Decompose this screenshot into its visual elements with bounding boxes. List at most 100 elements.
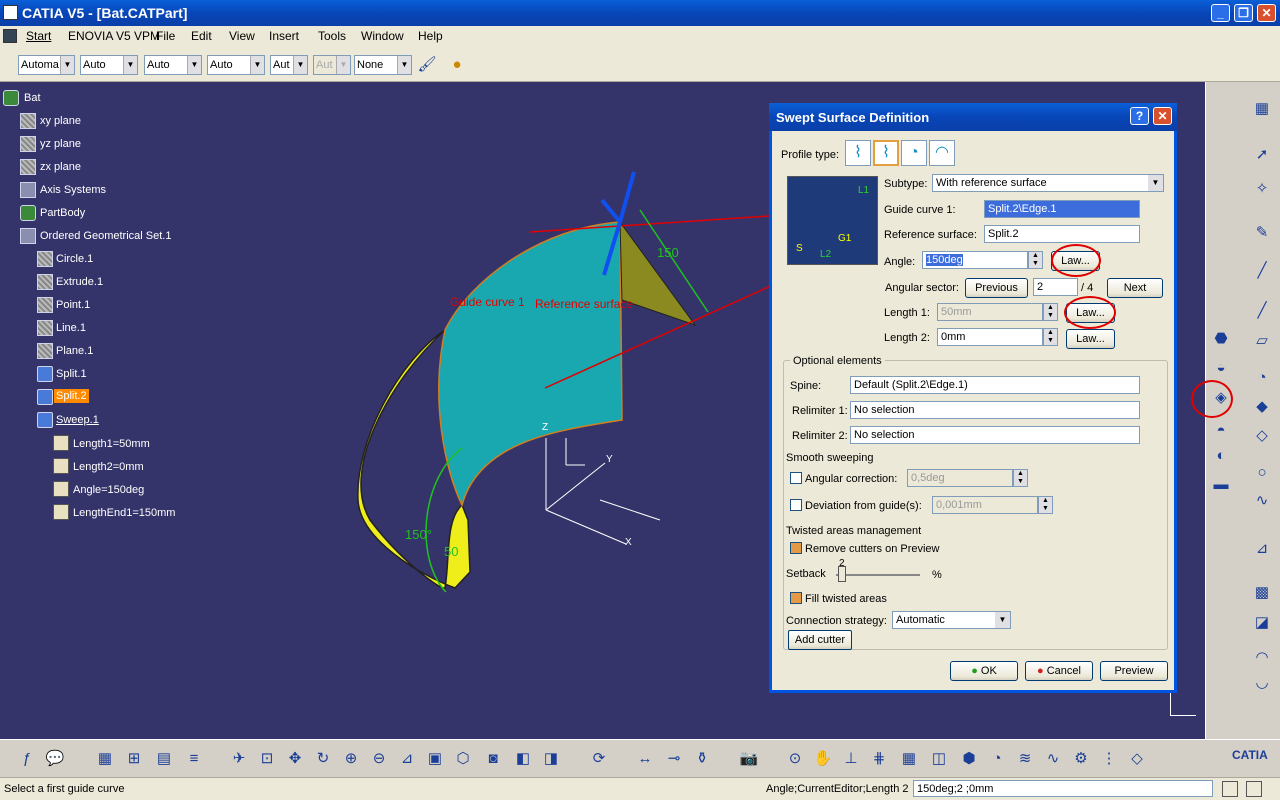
- add-cutter-button[interactable]: Add cutter: [788, 630, 852, 650]
- measure-inertia-icon[interactable]: ⚱: [691, 748, 713, 770]
- swap-visible-icon[interactable]: ◨: [540, 748, 562, 770]
- compass-icon[interactable]: [1170, 690, 1196, 716]
- next-button[interactable]: Next: [1107, 278, 1163, 298]
- tree-item-yz-plane[interactable]: yz plane: [40, 138, 81, 150]
- menu-help[interactable]: Help: [418, 29, 443, 43]
- subtype-select[interactable]: With reference surface ▼: [932, 174, 1164, 192]
- fill-icon[interactable]: ◓: [1210, 420, 1232, 442]
- preview-button[interactable]: Preview: [1100, 661, 1168, 681]
- apply-dressup-icon[interactable]: ⋮: [1098, 748, 1120, 770]
- spline-icon[interactable]: ∿: [1251, 490, 1273, 512]
- pan-icon[interactable]: ✥: [284, 748, 306, 770]
- menu-window[interactable]: Window: [361, 29, 404, 43]
- split-icon[interactable]: [37, 389, 53, 405]
- update-icon[interactable]: ⟳: [588, 748, 610, 770]
- painter-icon[interactable]: 🖌: [416, 54, 438, 76]
- normal-view-icon[interactable]: ⊿: [396, 748, 418, 770]
- setback-slider-track[interactable]: [836, 574, 920, 576]
- analysis-icon[interactable]: ◔: [986, 748, 1008, 770]
- plane-icon[interactable]: [20, 113, 36, 129]
- 3d-constraint-icon[interactable]: ⬢: [958, 748, 980, 770]
- power-input-field[interactable]: 150deg;2 ;0mm: [913, 780, 1213, 797]
- macro-icon[interactable]: ≡: [183, 748, 205, 770]
- comment-icon[interactable]: 💬: [44, 748, 66, 770]
- tree-item-param[interactable]: Length1=50mm: [73, 438, 150, 450]
- axis-icon[interactable]: [20, 182, 36, 198]
- help-button[interactable]: ?: [1130, 107, 1149, 125]
- parameter-icon[interactable]: [53, 458, 69, 474]
- plane-icon[interactable]: [37, 343, 53, 359]
- measure-between-icon[interactable]: ↔: [634, 748, 656, 770]
- length2-spinner[interactable]: ▲ ▼: [1043, 328, 1058, 346]
- tree-item-xy-plane[interactable]: xy plane: [40, 115, 81, 127]
- split-icon[interactable]: [37, 366, 53, 382]
- join-icon[interactable]: ◆: [1251, 396, 1273, 418]
- tree-item-point[interactable]: Point.1: [56, 299, 90, 311]
- parameter-icon[interactable]: [53, 481, 69, 497]
- fit-all-icon[interactable]: ⊡: [256, 748, 278, 770]
- axis-icon[interactable]: ⊿: [1251, 538, 1273, 560]
- law-icon[interactable]: ▤: [153, 748, 175, 770]
- render-style-icon[interactable]: ◙: [482, 748, 504, 770]
- length2-law-button[interactable]: Law...: [1066, 329, 1115, 349]
- tree-item-param[interactable]: Length2=0mm: [73, 461, 144, 473]
- hide-show-icon[interactable]: ◧: [512, 748, 534, 770]
- menu-insert[interactable]: Insert: [269, 29, 299, 43]
- relimiter1-field[interactable]: No selection: [850, 401, 1140, 419]
- polyline-icon[interactable]: ╱: [1251, 260, 1273, 282]
- menu-start[interactable]: Start: [26, 29, 51, 43]
- zoom-out-icon[interactable]: ⊖: [368, 748, 390, 770]
- tree-item-axis-systems[interactable]: Axis Systems: [40, 184, 106, 196]
- start-icon[interactable]: [3, 29, 17, 43]
- plane-icon[interactable]: [20, 136, 36, 152]
- apply-material-icon[interactable]: ●: [446, 54, 468, 76]
- previous-button[interactable]: Previous: [965, 278, 1028, 298]
- status-icon[interactable]: [1222, 781, 1238, 797]
- ok-button[interactable]: ● OK: [950, 661, 1018, 681]
- search-icon[interactable]: ⊙: [784, 748, 806, 770]
- angle-spinner[interactable]: ▲ ▼: [1028, 251, 1043, 269]
- curvature-icon[interactable]: ∿: [1042, 748, 1064, 770]
- reference-surface-field[interactable]: Split.2: [984, 225, 1140, 243]
- sector-field[interactable]: 2: [1033, 278, 1078, 296]
- draft-analysis-icon[interactable]: ⚙: [1070, 748, 1092, 770]
- split-icon[interactable]: ◇: [1251, 425, 1273, 447]
- point-symbol-combo[interactable]: Aut ▼: [270, 55, 308, 75]
- connection-strategy-select[interactable]: Automatic ▼: [892, 611, 1011, 629]
- geoset-icon[interactable]: [20, 228, 36, 244]
- sweep-icon[interactable]: [37, 412, 53, 428]
- workbench-icon[interactable]: ▦: [1251, 98, 1273, 120]
- dialog-close-button[interactable]: ✕: [1153, 107, 1172, 125]
- partbody-icon[interactable]: [20, 205, 36, 221]
- tree-item-plane1[interactable]: Plane.1: [56, 345, 93, 357]
- tree-root[interactable]: Bat: [24, 92, 41, 104]
- part-icon[interactable]: [3, 90, 19, 106]
- tree-item-param[interactable]: LengthEnd1=150mm: [73, 507, 175, 519]
- deviation-checkbox[interactable]: [790, 499, 802, 511]
- linewidth-combo[interactable]: Auto ▼: [144, 55, 202, 75]
- menu-tools[interactable]: Tools: [318, 29, 346, 43]
- plane-icon[interactable]: ▱: [1251, 330, 1273, 352]
- formula-icon[interactable]: ƒ: [16, 748, 38, 770]
- angular-correction-checkbox[interactable]: [790, 472, 802, 484]
- guide-curve-field[interactable]: Split.2\Edge.1: [984, 200, 1140, 218]
- iso-view-icon[interactable]: ⬡: [452, 748, 474, 770]
- work-support-icon[interactable]: ▦: [898, 748, 920, 770]
- tree-item-split1[interactable]: Split.1: [56, 368, 87, 380]
- tree-item-ogs[interactable]: Ordered Geometrical Set.1: [40, 230, 171, 242]
- offset-icon[interactable]: ◔: [1251, 367, 1273, 389]
- tree-item-line[interactable]: Line.1: [56, 322, 86, 334]
- length2-field[interactable]: 0mm: [937, 328, 1043, 346]
- tree-item-sweep[interactable]: Sweep.1: [56, 414, 99, 426]
- axis-system-icon[interactable]: ⊥: [840, 748, 862, 770]
- snap-icon[interactable]: ✧: [1251, 178, 1273, 200]
- remove-cutters-checkbox[interactable]: [790, 542, 802, 554]
- spine-field[interactable]: Default (Split.2\Edge.1): [850, 376, 1140, 394]
- transparency-combo[interactable]: Auto ▼: [80, 55, 138, 75]
- menu-view[interactable]: View: [229, 29, 255, 43]
- tree-item-zx-plane[interactable]: zx plane: [40, 161, 81, 173]
- multisection-icon[interactable]: ◐: [1210, 445, 1232, 467]
- color-combo[interactable]: Automa ▼: [18, 55, 75, 75]
- fill-twisted-checkbox[interactable]: [790, 592, 802, 604]
- maximize-button[interactable]: ❐: [1234, 4, 1253, 22]
